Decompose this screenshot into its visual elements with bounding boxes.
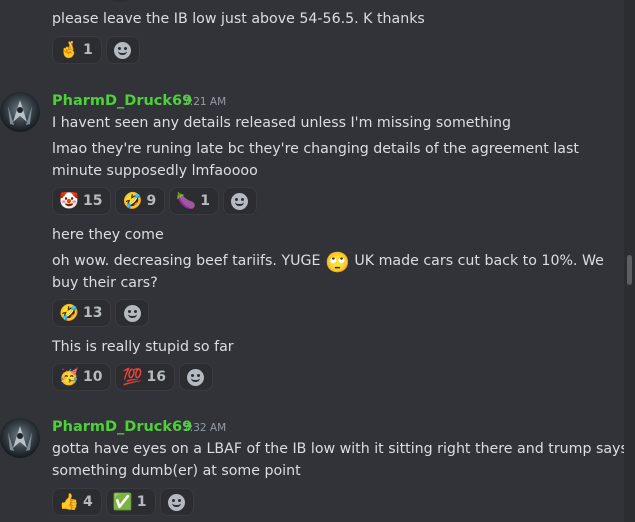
chat-message-list: please leave the IB low just above 54-56… — [0, 0, 628, 522]
add-reaction-button[interactable] — [115, 299, 150, 327]
message-author[interactable]: PharmD_Druck69 — [52, 417, 192, 437]
message-text: something dumb(er) at some point — [52, 463, 301, 479]
message-text: here they come — [52, 227, 164, 243]
message-text: gotta have eyes on a LBAF of the IB low … — [52, 441, 628, 457]
message-author[interactable]: PharmD_Druck69 — [52, 91, 192, 111]
eye-roll-icon: 🙄 — [324, 250, 350, 274]
thumbs-up-icon: 👍 — [59, 492, 79, 511]
reaction-eggplant[interactable]: 🍆 1 — [169, 187, 219, 215]
reaction-hundred[interactable]: 💯 16 — [115, 363, 175, 391]
reaction-count: 1 — [200, 193, 210, 209]
add-reaction-button[interactable] — [159, 488, 194, 516]
previous-reaction-edge — [110, 0, 130, 2]
reaction-bar: 🤣 13 — [52, 299, 150, 327]
add-reaction-smiley-icon — [168, 493, 185, 511]
reaction-bar: 👍 4 ✅ 1 — [52, 488, 194, 516]
message-text-part: UK made cars cut back to 10%. We — [354, 253, 604, 269]
clown-face-icon: 🤡 — [59, 191, 79, 210]
reaction-count: 1 — [83, 42, 93, 58]
reaction-rofl[interactable]: 🤣 9 — [115, 187, 166, 215]
message-text: oh wow. decreasing beef tariifs. YUGE 🙄 … — [52, 250, 604, 273]
skull-avatar-icon — [8, 100, 32, 125]
reaction-bar: 🤞 1 — [52, 36, 140, 64]
reaction-count: 4 — [83, 494, 93, 510]
message-timestamp[interactable]: 7:32 AM — [183, 418, 226, 438]
rofl-icon: 🤣 — [59, 303, 79, 322]
reaction-rofl[interactable]: 🤣 13 — [52, 299, 112, 327]
scrollbar-thumb[interactable] — [627, 255, 632, 285]
add-reaction-smiley-icon — [231, 192, 249, 210]
crossed-fingers-icon: 🤞 — [59, 40, 79, 59]
message-text: This is really stupid so far — [52, 339, 234, 355]
party-face-icon: 🥳 — [59, 367, 79, 386]
hundred-points-icon: 💯 — [122, 367, 143, 386]
avatar[interactable] — [0, 92, 40, 132]
message-text: buy their cars? — [52, 275, 158, 291]
rofl-icon: 🤣 — [122, 191, 143, 210]
add-reaction-smiley-icon — [114, 41, 132, 59]
message-text: minute supposedly lmfaoooo — [52, 163, 258, 179]
add-reaction-smiley-icon — [123, 304, 141, 322]
scrollbar[interactable] — [624, 0, 635, 522]
add-reaction-button[interactable] — [222, 187, 257, 215]
reaction-party-face[interactable]: 🥳 10 — [52, 363, 112, 391]
reaction-count: 13 — [83, 305, 103, 321]
check-mark-icon: ✅ — [112, 492, 133, 511]
add-reaction-button[interactable] — [105, 36, 140, 64]
reaction-check-mark[interactable]: ✅ 1 — [105, 488, 156, 516]
message-text: I havent seen any details released unles… — [52, 115, 512, 131]
message-timestamp[interactable]: 7:21 AM — [183, 92, 226, 112]
eggplant-icon: 🍆 — [176, 191, 197, 210]
reaction-count: 1 — [136, 494, 147, 510]
message-text-part: oh wow. decreasing beef tariifs. YUGE — [52, 253, 321, 269]
skull-avatar-icon — [8, 426, 32, 451]
reaction-count: 16 — [146, 369, 166, 385]
avatar[interactable] — [0, 418, 40, 458]
reaction-count: 10 — [83, 369, 103, 385]
reaction-clown[interactable]: 🤡 15 — [52, 187, 112, 215]
message-text: please leave the IB low just above 54-56… — [52, 11, 425, 27]
reaction-crossed-fingers[interactable]: 🤞 1 — [52, 36, 102, 64]
reaction-thumbs-up[interactable]: 👍 4 — [52, 488, 102, 516]
message-text: lmao they're runing late bc they're chan… — [52, 141, 579, 157]
reaction-count: 9 — [146, 193, 157, 209]
reaction-bar: 🥳 10 💯 16 — [52, 363, 213, 391]
add-reaction-button[interactable] — [178, 363, 213, 391]
reaction-count: 15 — [83, 193, 103, 209]
add-reaction-smiley-icon — [187, 368, 205, 386]
reaction-bar: 🤡 15 🤣 9 🍆 1 — [52, 187, 257, 215]
